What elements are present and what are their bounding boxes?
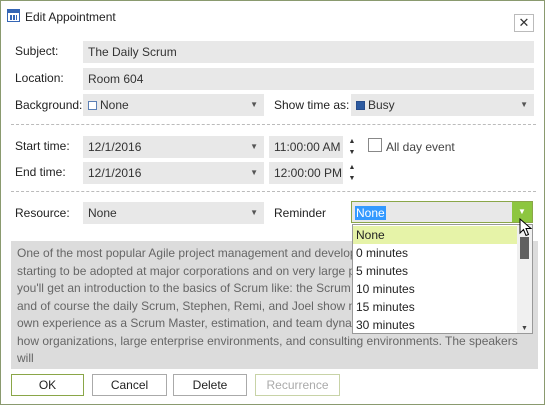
scroll-down-icon[interactable]: ▼ — [517, 325, 532, 332]
reminder-label: Reminder — [274, 206, 327, 220]
reminder-option[interactable]: 30 minutes — [353, 316, 518, 333]
end-time-spinner[interactable]: ▲ ▼ — [346, 162, 358, 184]
chevron-down-icon[interactable]: ▼ — [250, 136, 258, 158]
show-time-as-combo[interactable]: Busy ▼ — [351, 94, 534, 116]
end-date-picker[interactable]: 12/1/2016 ▼ — [83, 162, 264, 184]
spin-up-icon[interactable]: ▲ — [346, 162, 358, 173]
title-bar[interactable]: Edit Appointment ✕ — [1, 1, 544, 32]
spin-up-icon[interactable]: ▲ — [346, 136, 358, 147]
show-time-as-value: Busy — [368, 98, 395, 112]
separator — [11, 191, 536, 192]
start-date-value: 12/1/2016 — [88, 140, 142, 154]
start-time-label: Start time: — [15, 139, 70, 153]
all-day-checkbox[interactable] — [368, 138, 382, 152]
spin-down-icon[interactable]: ▼ — [346, 147, 358, 158]
end-date-value: 12/1/2016 — [88, 166, 142, 180]
start-time-spinner[interactable]: ▲ ▼ — [346, 136, 358, 158]
chevron-down-icon[interactable]: ▼ — [250, 162, 258, 184]
resource-label: Resource: — [15, 206, 70, 220]
ok-button[interactable]: OK — [11, 374, 84, 396]
location-label: Location: — [15, 71, 64, 85]
end-time-input[interactable]: 12:00:00 PM — [269, 162, 343, 184]
start-date-picker[interactable]: 12/1/2016 ▼ — [83, 136, 264, 158]
cancel-button[interactable]: Cancel — [92, 374, 167, 396]
subject-label: Subject: — [15, 44, 59, 58]
resource-value: None — [88, 206, 117, 220]
spin-down-icon[interactable]: ▼ — [346, 173, 358, 184]
separator — [11, 124, 536, 125]
background-label: Background: — [15, 98, 83, 112]
edit-appointment-dialog: Edit Appointment ✕ Subject: The Daily Sc… — [0, 0, 545, 405]
reminder-option[interactable]: 15 minutes — [353, 298, 518, 316]
reminder-combo[interactable]: None ▼ — [351, 201, 533, 223]
end-time-label: End time: — [15, 165, 66, 179]
mouse-cursor-icon — [519, 218, 533, 237]
subject-input[interactable]: The Daily Scrum — [83, 41, 534, 63]
reminder-value: None — [355, 206, 386, 220]
reminder-option[interactable]: 5 minutes — [353, 262, 518, 280]
calendar-icon — [7, 9, 20, 22]
delete-button[interactable]: Delete — [173, 374, 247, 396]
recurrence-button[interactable]: Recurrence — [255, 374, 340, 396]
dropdown-scrollbar[interactable]: ▲ ▼ — [517, 225, 532, 333]
color-swatch-none — [88, 101, 97, 110]
reminder-dropdown-list[interactable]: None 0 minutes 5 minutes 10 minutes 15 m… — [352, 224, 533, 334]
dialog-title: Edit Appointment — [25, 10, 116, 24]
color-swatch-busy — [356, 101, 365, 110]
background-combo[interactable]: None ▼ — [83, 94, 264, 116]
chevron-down-icon[interactable]: ▼ — [250, 202, 258, 224]
location-input[interactable]: Room 604 — [83, 68, 534, 90]
chevron-down-icon[interactable]: ▼ — [250, 94, 258, 116]
reminder-option[interactable]: None — [353, 226, 518, 244]
resource-combo[interactable]: None ▼ — [83, 202, 264, 224]
show-time-as-label: Show time as: — [274, 98, 350, 112]
background-value: None — [100, 98, 129, 112]
all-day-label: All day event — [386, 140, 455, 154]
chevron-down-icon[interactable]: ▼ — [520, 94, 528, 116]
reminder-option[interactable]: 0 minutes — [353, 244, 518, 262]
scroll-thumb[interactable] — [520, 237, 529, 259]
start-time-input[interactable]: 11:00:00 AM — [269, 136, 343, 158]
reminder-option[interactable]: 10 minutes — [353, 280, 518, 298]
close-button[interactable]: ✕ — [514, 14, 534, 32]
